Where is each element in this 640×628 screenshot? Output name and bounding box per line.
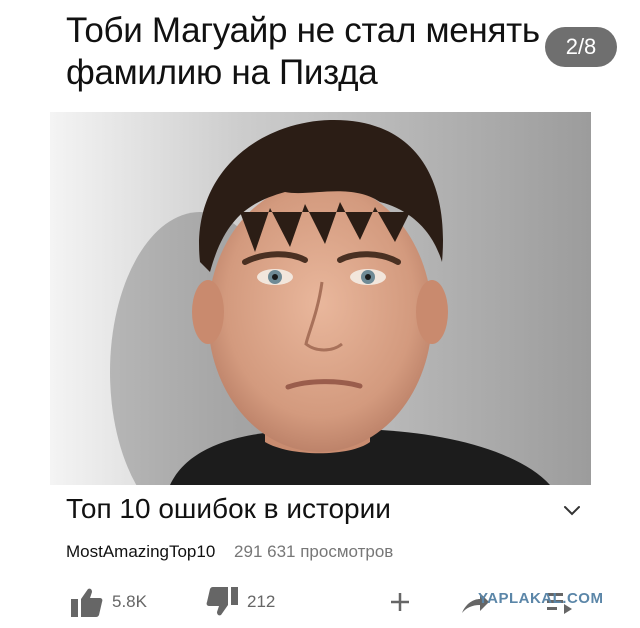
video-thumbnail[interactable] bbox=[50, 112, 591, 485]
like-button[interactable]: 5.8K bbox=[70, 582, 147, 622]
portrait-photo bbox=[50, 112, 591, 485]
thumbs-up-icon bbox=[71, 588, 103, 617]
video-title[interactable]: Топ 10 ошибок в истории bbox=[66, 490, 546, 528]
post-caption: Тоби Магуайр не стал менять фамилию на П… bbox=[66, 11, 540, 92]
plus-icon bbox=[391, 593, 409, 611]
video-meta: MostAmazingTop10 291 631 просмотров bbox=[66, 540, 393, 564]
dislike-count: 212 bbox=[247, 592, 276, 611]
dislike-button[interactable]: 212 bbox=[205, 582, 275, 622]
thumbs-down-icon bbox=[206, 587, 238, 616]
like-count: 5.8K bbox=[112, 592, 147, 611]
watermark: YAPLAKAL.COM bbox=[478, 590, 604, 607]
chevron-down-icon[interactable] bbox=[560, 498, 584, 522]
view-count: 291 631 просмотров bbox=[234, 542, 394, 561]
page-counter-badge: 2/8 bbox=[545, 27, 617, 67]
add-button[interactable] bbox=[388, 582, 412, 622]
channel-name[interactable]: MostAmazingTop10 bbox=[66, 542, 215, 561]
